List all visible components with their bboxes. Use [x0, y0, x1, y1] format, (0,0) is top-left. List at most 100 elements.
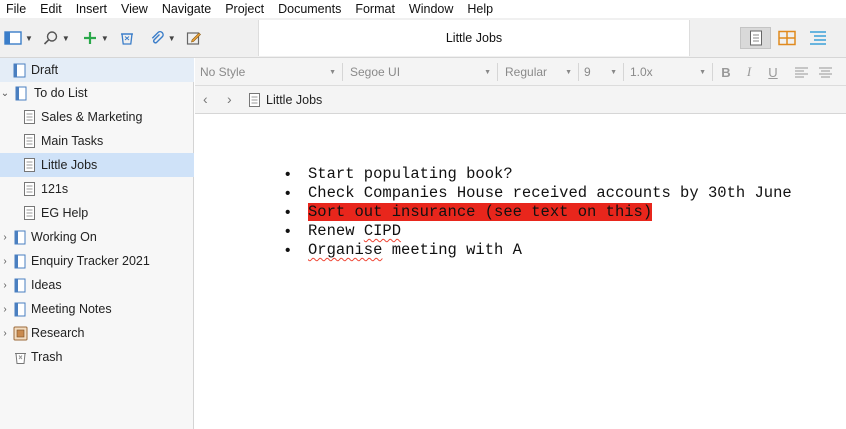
binder-item-label: Research [31, 326, 85, 340]
binder-item-eg-help[interactable]: EG Help [0, 201, 194, 225]
binder-toggle-button[interactable]: ▼ [4, 26, 33, 50]
bold-button[interactable]: B [718, 63, 734, 81]
chevron-right-icon[interactable]: › [0, 232, 10, 243]
binder-item-enquiry-tracker[interactable]: › Enquiry Tracker 2021 [0, 249, 194, 273]
trash-icon [14, 350, 27, 364]
binder-item-label: Working On [31, 230, 97, 244]
main-toolbar: ▼ ▼ ▼ ▼ Little Jobs [0, 18, 846, 58]
weight-select[interactable]: Regular ▼ [500, 63, 579, 81]
chevron-right-icon[interactable]: › [0, 256, 10, 267]
line-spacing-select[interactable]: 1.0x ▼ [625, 63, 713, 81]
list-item: • Sort out insurance (see text on this) [285, 203, 792, 222]
binder-item-main-tasks[interactable]: Main Tasks [0, 129, 194, 153]
folder-doc-icon [14, 254, 26, 269]
binder-item-working-on[interactable]: › Working On [0, 225, 194, 249]
binder-item-label: Meeting Notes [31, 302, 112, 316]
menu-insert[interactable]: Insert [69, 0, 114, 18]
chevron-down-icon: ▼ [565, 68, 572, 76]
binder-item-ideas[interactable]: › Ideas [0, 273, 194, 297]
chevron-down-icon[interactable]: ⌄ [0, 88, 10, 99]
outline-icon [809, 31, 826, 45]
size-select[interactable]: 9 ▼ [579, 63, 624, 81]
forward-arrow-icon[interactable]: › [227, 91, 232, 107]
style-value: No Style [200, 65, 246, 79]
binder-item-sales-marketing[interactable]: Sales & Marketing [0, 105, 194, 129]
binder-item-label: Little Jobs [41, 158, 98, 172]
document-icon [24, 158, 35, 172]
nav-document-title: Little Jobs [266, 93, 323, 107]
size-value: 9 [584, 65, 591, 79]
italic-button[interactable]: I [741, 63, 757, 81]
chevron-right-icon[interactable]: › [0, 280, 10, 291]
chevron-down-icon: ▼ [100, 33, 109, 43]
list-item: • Renew CIPD [285, 222, 792, 241]
edit-button[interactable] [186, 26, 202, 50]
chevron-down-icon: ▼ [25, 33, 33, 43]
menu-view[interactable]: View [114, 0, 155, 18]
search-icon [43, 31, 58, 45]
folder-doc-icon [14, 302, 26, 317]
chevron-down-icon: ▼ [61, 33, 70, 43]
search-button[interactable]: ▼ [43, 26, 70, 50]
binder-item-research[interactable]: › Research [0, 321, 194, 345]
underline-button[interactable]: U [765, 63, 781, 81]
chevron-down-icon: ▼ [484, 68, 491, 76]
list-item-text: meeting with A [382, 241, 522, 259]
list-item-text: Renew [308, 222, 364, 240]
misspelled-word: CIPD [363, 222, 402, 240]
bullet-icon: • [285, 223, 291, 240]
attachment-button[interactable]: ▼ [149, 26, 176, 50]
list-item: • Organise meeting with A [285, 241, 792, 260]
back-arrow-icon[interactable]: ‹ [203, 91, 208, 107]
binder-item-trash[interactable]: Trash [0, 345, 194, 369]
view-document-button[interactable] [740, 27, 771, 49]
align-left-icon [794, 67, 808, 77]
line-spacing-value: 1.0x [630, 65, 653, 79]
trash-icon [120, 33, 133, 45]
menu-file[interactable]: File [0, 0, 33, 18]
trash-button[interactable] [119, 26, 135, 50]
binder-item-meeting-notes[interactable]: › Meeting Notes [0, 297, 194, 321]
binder-item-to-do-list[interactable]: ⌄ To do List [0, 81, 194, 105]
binder-item-121s[interactable]: 121s [0, 177, 194, 201]
style-select[interactable]: No Style ▼ [195, 63, 343, 81]
menu-edit[interactable]: Edit [33, 0, 69, 18]
align-center-icon [818, 67, 832, 77]
list-item-text: Start populating book? [308, 165, 513, 183]
align-left-button[interactable] [793, 63, 809, 81]
view-corkboard-button[interactable] [771, 27, 802, 49]
menu-navigate[interactable]: Navigate [155, 0, 218, 18]
chevron-down-icon: ▼ [699, 68, 706, 76]
paperclip-icon [151, 31, 164, 44]
chevron-down-icon: ▼ [329, 68, 336, 76]
menu-help[interactable]: Help [460, 0, 500, 18]
list-item: • Check Companies House received account… [285, 184, 792, 203]
menu-documents[interactable]: Documents [271, 0, 348, 18]
binder-item-label: Sales & Marketing [41, 110, 143, 124]
menu-format[interactable]: Format [348, 0, 402, 18]
chevron-right-icon[interactable]: › [0, 328, 10, 339]
format-bar: No Style ▼ Segoe UI ▼ Regular ▼ 9 ▼ 1.0x… [195, 58, 846, 86]
binder-item-little-jobs[interactable]: Little Jobs [0, 153, 194, 177]
bullet-icon: • [285, 204, 291, 221]
menu-bar: File Edit Insert View Navigate Project D… [0, 0, 846, 18]
binder-item-label: 121s [41, 182, 69, 196]
editor-nav-bar: ‹ › Little Jobs [195, 86, 846, 114]
binder-item-draft[interactable]: Draft [0, 58, 194, 82]
menu-window[interactable]: Window [402, 0, 460, 18]
binder-item-label: Draft [31, 63, 59, 77]
view-outline-button[interactable] [802, 27, 833, 49]
document-icon [24, 182, 35, 196]
draft-icon [13, 63, 26, 78]
bullet-icon: • [285, 185, 291, 202]
font-select[interactable]: Segoe UI ▼ [345, 63, 498, 81]
text-editor[interactable]: • Start populating book? • Check Compani… [195, 115, 846, 429]
align-center-button[interactable] [817, 63, 833, 81]
menu-project[interactable]: Project [218, 0, 271, 18]
chevron-right-icon[interactable]: › [0, 304, 10, 315]
binder-item-label: Trash [31, 350, 63, 364]
list-item: • Start populating book? [285, 165, 792, 184]
add-document-button[interactable]: ▼ [82, 26, 109, 50]
document-view-icon [749, 30, 762, 46]
sidebar-icon [4, 31, 22, 45]
